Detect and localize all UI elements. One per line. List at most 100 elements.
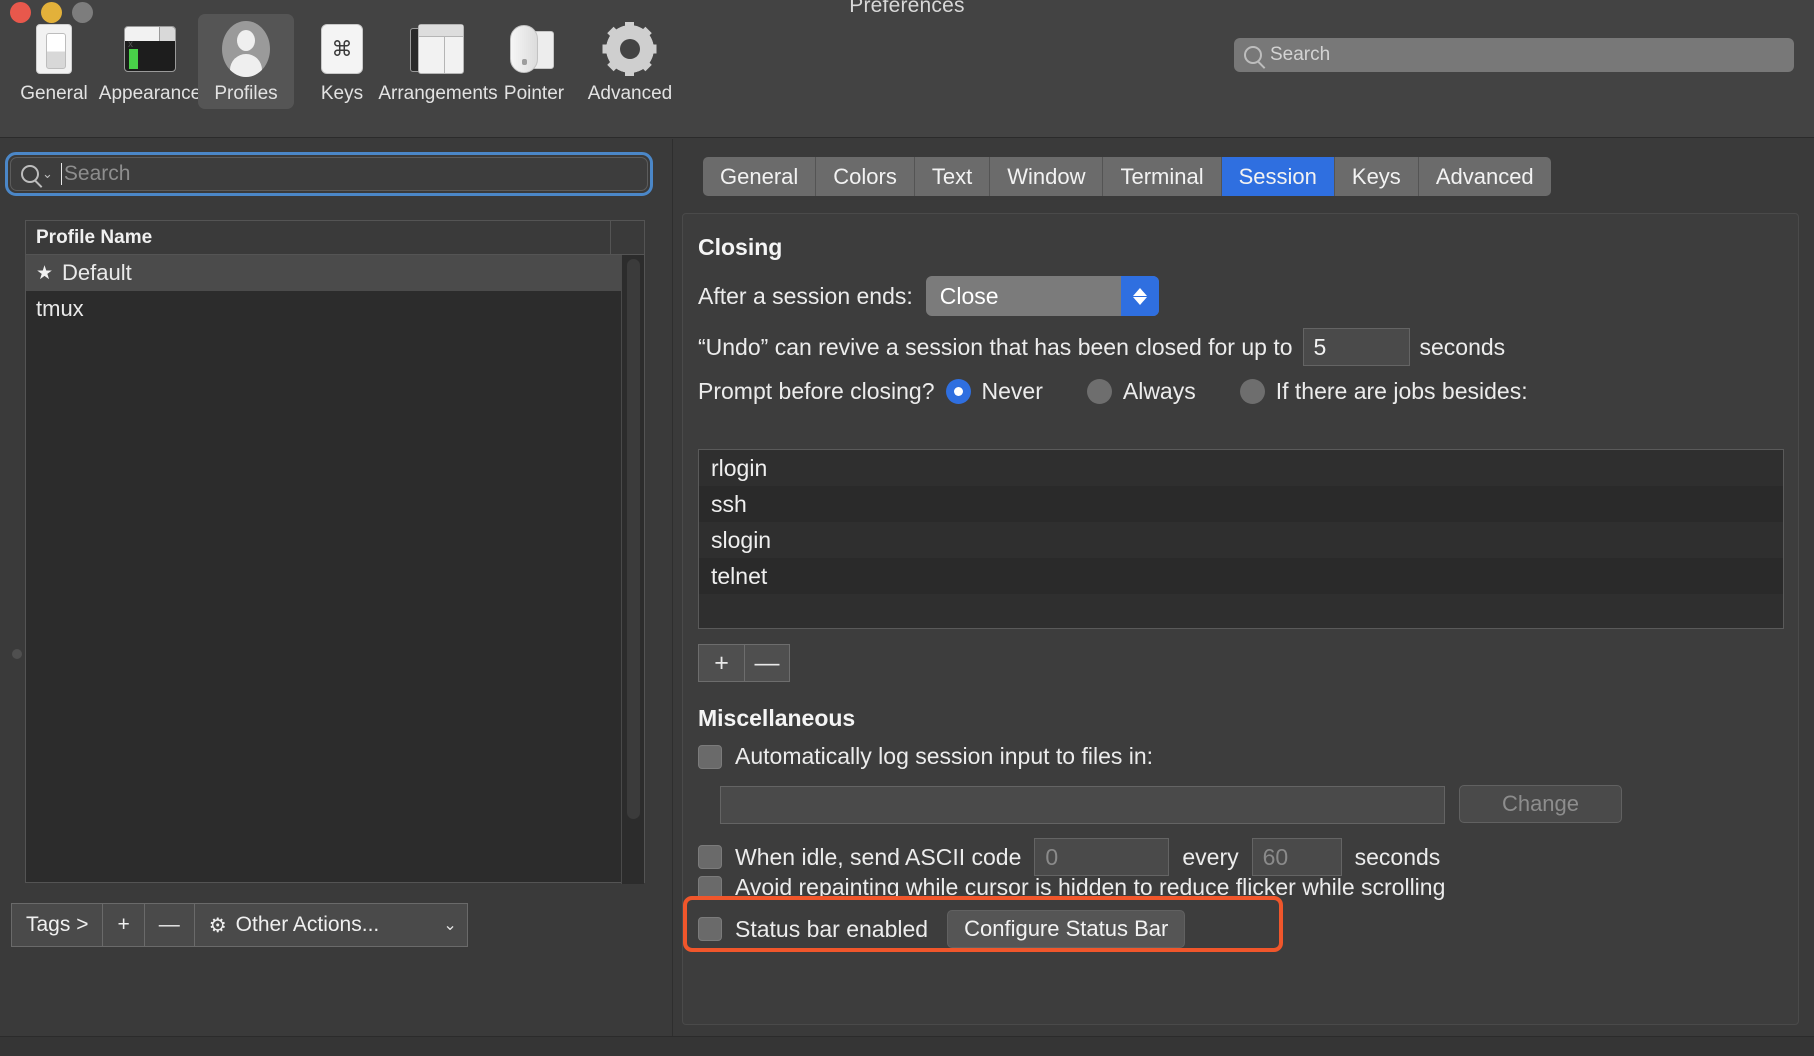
list-item[interactable]: telnet xyxy=(699,558,1783,594)
window-toolbar: Preferences General x Appearance Profile… xyxy=(0,0,1814,138)
profiles-table-scrollbar[interactable] xyxy=(621,255,644,884)
toolbar-item-label: Keys xyxy=(320,83,364,104)
idle-ascii-code-value: 0 xyxy=(1045,843,1059,870)
tab-keys[interactable]: Keys xyxy=(1334,157,1419,196)
idle-interval-field[interactable]: 60 xyxy=(1251,838,1342,876)
after-session-ends-dropdown[interactable]: Close xyxy=(925,276,1159,316)
tab-label: Text xyxy=(931,163,973,189)
toolbar-item-appearance[interactable]: x Appearance xyxy=(99,14,201,109)
plus-icon: + xyxy=(117,913,130,936)
checkbox-status-bar-enabled[interactable] xyxy=(698,917,722,941)
configure-status-bar-button[interactable]: Configure Status Bar xyxy=(947,910,1186,948)
toolbar-item-label: General xyxy=(20,83,88,104)
other-actions-menu[interactable]: ⚙ Other Actions... ⌄ xyxy=(193,903,468,947)
profile-name-label: Default xyxy=(62,260,132,285)
list-item[interactable]: rlogin xyxy=(699,450,1783,486)
column-header-profile-name: Profile Name xyxy=(36,226,153,248)
text-caret xyxy=(60,163,62,185)
closing-section-title: Closing xyxy=(698,234,783,260)
tab-general[interactable]: General xyxy=(703,157,817,196)
tab-colors[interactable]: Colors xyxy=(816,157,915,196)
idle-send-ascii-label: When idle, send ASCII code xyxy=(735,843,1022,870)
checkbox-idle-send-ascii[interactable] xyxy=(698,845,722,869)
jobs-add-remove-group: + — xyxy=(698,644,790,682)
radio-if-jobs-besides-label: If there are jobs besides: xyxy=(1275,378,1528,404)
tab-label: Session xyxy=(1238,163,1317,189)
toolbar-item-profiles[interactable]: Profiles xyxy=(198,14,294,109)
list-item-empty xyxy=(699,594,1783,630)
tab-label: Colors xyxy=(833,163,897,189)
remove-profile-button[interactable]: — xyxy=(143,903,194,947)
toolbar-item-pointer[interactable]: Pointer xyxy=(486,14,582,109)
other-actions-label: Other Actions... xyxy=(235,913,380,936)
prompt-before-closing-label: Prompt before closing? xyxy=(698,378,935,404)
tab-session[interactable]: Session xyxy=(1221,157,1335,196)
profiles-sidebar: ⌄ Search Profile Name ★ Default tmux Tag… xyxy=(0,139,673,1036)
remove-job-button[interactable]: — xyxy=(744,644,790,682)
table-row[interactable]: tmux xyxy=(26,291,644,327)
toolbar-item-general[interactable]: General xyxy=(6,14,102,109)
tab-text[interactable]: Text xyxy=(914,157,991,196)
tab-label: Advanced xyxy=(1435,163,1534,189)
profiles-table-header[interactable]: Profile Name xyxy=(26,221,644,255)
prompt-before-closing-row: Prompt before closing? Never Always If t… xyxy=(698,378,1528,405)
tab-window[interactable]: Window xyxy=(990,157,1104,196)
checkbox-log-session-input[interactable] xyxy=(698,744,722,769)
list-item[interactable]: ssh xyxy=(699,486,1783,522)
table-row[interactable]: ★ Default xyxy=(26,255,644,291)
profiles-icon xyxy=(217,20,275,78)
job-name: ssh xyxy=(711,490,747,517)
jobs-list[interactable]: rlogin ssh slogin telnet xyxy=(698,449,1784,629)
add-job-button[interactable]: + xyxy=(698,644,744,682)
undo-seconds-value: 5 xyxy=(1313,333,1327,360)
profile-search-input[interactable]: ⌄ Search xyxy=(10,157,648,191)
add-profile-button[interactable]: + xyxy=(102,903,144,947)
list-item[interactable]: slogin xyxy=(699,522,1783,558)
split-view-handle[interactable] xyxy=(12,649,22,659)
change-log-path-button[interactable]: Change xyxy=(1459,785,1622,823)
chevron-down-icon[interactable]: ⌄ xyxy=(42,166,53,182)
radio-always[interactable] xyxy=(1086,379,1112,404)
chevron-up-down-icon[interactable] xyxy=(1120,276,1159,316)
idle-ascii-row: When idle, send ASCII code 0 every 60 se… xyxy=(698,838,1440,876)
toolbar-item-label: Pointer xyxy=(503,83,565,104)
minus-icon: — xyxy=(158,913,180,936)
tab-advanced[interactable]: Advanced xyxy=(1418,157,1551,196)
log-session-row: Automatically log session input to files… xyxy=(698,743,1153,770)
miscellaneous-section-title: Miscellaneous xyxy=(698,705,856,731)
session-settings-panel: Closing After a session ends: Close “Und… xyxy=(682,213,1799,1025)
idle-interval-value: 60 xyxy=(1262,843,1289,870)
pointer-icon xyxy=(505,20,563,78)
job-name: telnet xyxy=(711,562,768,589)
arrangements-icon xyxy=(409,20,467,78)
tags-button[interactable]: Tags > xyxy=(11,903,103,947)
keys-icon: ⌘ xyxy=(313,20,371,78)
undo-revive-label: “Undo” can revive a session that has bee… xyxy=(698,333,1293,360)
profile-search-placeholder: Search xyxy=(63,162,131,185)
after-session-ends-row: After a session ends: Close xyxy=(698,276,1159,316)
toolbar-search-field[interactable]: Search xyxy=(1234,38,1794,72)
status-bar-row: Status bar enabled Configure Status Bar xyxy=(698,910,1186,948)
change-button-label: Change xyxy=(1501,791,1580,816)
idle-ascii-code-field[interactable]: 0 xyxy=(1034,838,1170,876)
radio-never[interactable] xyxy=(945,379,971,404)
idle-seconds-unit-label: seconds xyxy=(1354,843,1441,870)
toolbar-item-arrangements[interactable]: Arrangements xyxy=(378,14,498,109)
tab-label: Window xyxy=(1007,163,1086,189)
window-bottom-bar xyxy=(0,1036,1814,1056)
radio-if-jobs-besides[interactable] xyxy=(1239,379,1265,404)
undo-seconds-field[interactable]: 5 xyxy=(1302,328,1410,366)
toolbar-item-advanced[interactable]: Advanced xyxy=(582,14,678,109)
log-path-field[interactable] xyxy=(720,786,1445,824)
scrollbar-thumb[interactable] xyxy=(627,259,640,819)
toolbar-item-label: Profiles xyxy=(214,83,278,104)
tab-terminal[interactable]: Terminal xyxy=(1103,157,1222,196)
job-name: slogin xyxy=(711,526,772,553)
job-name: rlogin xyxy=(711,454,768,481)
toolbar-item-keys[interactable]: ⌘ Keys xyxy=(294,14,390,109)
appearance-icon: x xyxy=(121,20,179,78)
toolbar-item-label: Arrangements xyxy=(378,83,498,104)
idle-every-label: every xyxy=(1182,843,1239,870)
undo-seconds-unit-label: seconds xyxy=(1419,333,1506,360)
tab-label: General xyxy=(720,163,799,189)
